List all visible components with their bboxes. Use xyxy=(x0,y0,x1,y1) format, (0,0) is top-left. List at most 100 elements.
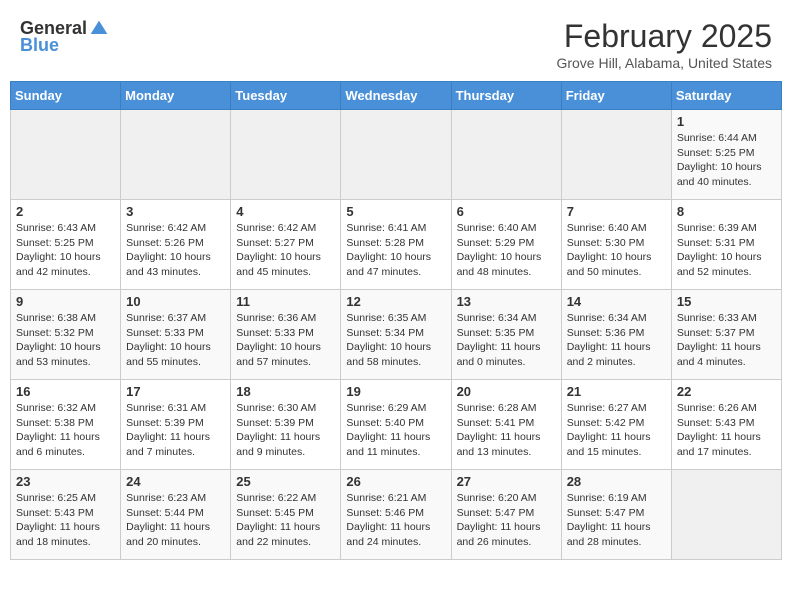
day-info: Sunrise: 6:36 AM Sunset: 5:33 PM Dayligh… xyxy=(236,311,335,370)
day-number: 13 xyxy=(457,294,556,309)
calendar-cell xyxy=(121,110,231,200)
day-info: Sunrise: 6:19 AM Sunset: 5:47 PM Dayligh… xyxy=(567,491,666,550)
day-number: 9 xyxy=(16,294,115,309)
calendar-week-row: 23 Sunrise: 6:25 AM Sunset: 5:43 PM Dayli… xyxy=(11,470,782,560)
calendar-cell xyxy=(11,110,121,200)
day-number: 20 xyxy=(457,384,556,399)
day-info: Sunrise: 6:27 AM Sunset: 5:42 PM Dayligh… xyxy=(567,401,666,460)
day-info: Sunrise: 6:43 AM Sunset: 5:25 PM Dayligh… xyxy=(16,221,115,280)
weekday-header-sunday: Sunday xyxy=(11,82,121,110)
calendar-cell: 28 Sunrise: 6:19 AM Sunset: 5:47 PM Dayli… xyxy=(561,470,671,560)
calendar-cell: 3 Sunrise: 6:42 AM Sunset: 5:26 PM Daylig… xyxy=(121,200,231,290)
calendar-cell xyxy=(341,110,451,200)
calendar-cell xyxy=(451,110,561,200)
day-info: Sunrise: 6:34 AM Sunset: 5:35 PM Dayligh… xyxy=(457,311,556,370)
day-number: 14 xyxy=(567,294,666,309)
logo-blue-text: Blue xyxy=(20,35,59,56)
day-info: Sunrise: 6:37 AM Sunset: 5:33 PM Dayligh… xyxy=(126,311,225,370)
day-info: Sunrise: 6:35 AM Sunset: 5:34 PM Dayligh… xyxy=(346,311,445,370)
day-number: 3 xyxy=(126,204,225,219)
location-text: Grove Hill, Alabama, United States xyxy=(556,55,772,71)
day-number: 27 xyxy=(457,474,556,489)
day-number: 21 xyxy=(567,384,666,399)
calendar-cell: 17 Sunrise: 6:31 AM Sunset: 5:39 PM Dayli… xyxy=(121,380,231,470)
day-number: 18 xyxy=(236,384,335,399)
weekday-header-friday: Friday xyxy=(561,82,671,110)
weekday-header-row: SundayMondayTuesdayWednesdayThursdayFrid… xyxy=(11,82,782,110)
calendar-week-row: 2 Sunrise: 6:43 AM Sunset: 5:25 PM Daylig… xyxy=(11,200,782,290)
day-info: Sunrise: 6:23 AM Sunset: 5:44 PM Dayligh… xyxy=(126,491,225,550)
day-info: Sunrise: 6:28 AM Sunset: 5:41 PM Dayligh… xyxy=(457,401,556,460)
calendar-cell: 7 Sunrise: 6:40 AM Sunset: 5:30 PM Daylig… xyxy=(561,200,671,290)
day-number: 16 xyxy=(16,384,115,399)
day-info: Sunrise: 6:44 AM Sunset: 5:25 PM Dayligh… xyxy=(677,131,776,190)
calendar-cell: 11 Sunrise: 6:36 AM Sunset: 5:33 PM Dayli… xyxy=(231,290,341,380)
calendar-cell: 24 Sunrise: 6:23 AM Sunset: 5:44 PM Dayli… xyxy=(121,470,231,560)
calendar-cell: 20 Sunrise: 6:28 AM Sunset: 5:41 PM Dayli… xyxy=(451,380,561,470)
day-info: Sunrise: 6:21 AM Sunset: 5:46 PM Dayligh… xyxy=(346,491,445,550)
day-info: Sunrise: 6:32 AM Sunset: 5:38 PM Dayligh… xyxy=(16,401,115,460)
day-info: Sunrise: 6:20 AM Sunset: 5:47 PM Dayligh… xyxy=(457,491,556,550)
day-number: 28 xyxy=(567,474,666,489)
day-info: Sunrise: 6:31 AM Sunset: 5:39 PM Dayligh… xyxy=(126,401,225,460)
day-number: 15 xyxy=(677,294,776,309)
day-number: 7 xyxy=(567,204,666,219)
calendar-table: SundayMondayTuesdayWednesdayThursdayFrid… xyxy=(10,81,782,560)
day-info: Sunrise: 6:33 AM Sunset: 5:37 PM Dayligh… xyxy=(677,311,776,370)
calendar-cell: 18 Sunrise: 6:30 AM Sunset: 5:39 PM Dayli… xyxy=(231,380,341,470)
day-info: Sunrise: 6:40 AM Sunset: 5:30 PM Dayligh… xyxy=(567,221,666,280)
weekday-header-thursday: Thursday xyxy=(451,82,561,110)
day-info: Sunrise: 6:25 AM Sunset: 5:43 PM Dayligh… xyxy=(16,491,115,550)
day-info: Sunrise: 6:41 AM Sunset: 5:28 PM Dayligh… xyxy=(346,221,445,280)
day-info: Sunrise: 6:26 AM Sunset: 5:43 PM Dayligh… xyxy=(677,401,776,460)
day-number: 2 xyxy=(16,204,115,219)
day-info: Sunrise: 6:22 AM Sunset: 5:45 PM Dayligh… xyxy=(236,491,335,550)
day-number: 19 xyxy=(346,384,445,399)
calendar-cell: 5 Sunrise: 6:41 AM Sunset: 5:28 PM Daylig… xyxy=(341,200,451,290)
calendar-cell: 13 Sunrise: 6:34 AM Sunset: 5:35 PM Dayli… xyxy=(451,290,561,380)
calendar-week-row: 9 Sunrise: 6:38 AM Sunset: 5:32 PM Daylig… xyxy=(11,290,782,380)
day-number: 23 xyxy=(16,474,115,489)
calendar-week-row: 16 Sunrise: 6:32 AM Sunset: 5:38 PM Dayli… xyxy=(11,380,782,470)
calendar-cell: 6 Sunrise: 6:40 AM Sunset: 5:29 PM Daylig… xyxy=(451,200,561,290)
weekday-header-saturday: Saturday xyxy=(671,82,781,110)
day-number: 4 xyxy=(236,204,335,219)
day-info: Sunrise: 6:42 AM Sunset: 5:27 PM Dayligh… xyxy=(236,221,335,280)
day-number: 24 xyxy=(126,474,225,489)
day-number: 6 xyxy=(457,204,556,219)
calendar-cell: 14 Sunrise: 6:34 AM Sunset: 5:36 PM Dayli… xyxy=(561,290,671,380)
weekday-header-monday: Monday xyxy=(121,82,231,110)
day-info: Sunrise: 6:30 AM Sunset: 5:39 PM Dayligh… xyxy=(236,401,335,460)
calendar-cell: 22 Sunrise: 6:26 AM Sunset: 5:43 PM Dayli… xyxy=(671,380,781,470)
logo: General Blue xyxy=(20,18,109,56)
calendar-cell: 1 Sunrise: 6:44 AM Sunset: 5:25 PM Daylig… xyxy=(671,110,781,200)
weekday-header-tuesday: Tuesday xyxy=(231,82,341,110)
day-number: 11 xyxy=(236,294,335,309)
day-number: 1 xyxy=(677,114,776,129)
day-number: 5 xyxy=(346,204,445,219)
calendar-cell: 21 Sunrise: 6:27 AM Sunset: 5:42 PM Dayli… xyxy=(561,380,671,470)
calendar-cell: 4 Sunrise: 6:42 AM Sunset: 5:27 PM Daylig… xyxy=(231,200,341,290)
day-number: 26 xyxy=(346,474,445,489)
day-number: 10 xyxy=(126,294,225,309)
calendar-cell: 26 Sunrise: 6:21 AM Sunset: 5:46 PM Dayli… xyxy=(341,470,451,560)
day-info: Sunrise: 6:34 AM Sunset: 5:36 PM Dayligh… xyxy=(567,311,666,370)
day-info: Sunrise: 6:42 AM Sunset: 5:26 PM Dayligh… xyxy=(126,221,225,280)
day-info: Sunrise: 6:40 AM Sunset: 5:29 PM Dayligh… xyxy=(457,221,556,280)
calendar-cell: 19 Sunrise: 6:29 AM Sunset: 5:40 PM Dayli… xyxy=(341,380,451,470)
calendar-cell: 23 Sunrise: 6:25 AM Sunset: 5:43 PM Dayli… xyxy=(11,470,121,560)
calendar-cell: 10 Sunrise: 6:37 AM Sunset: 5:33 PM Dayli… xyxy=(121,290,231,380)
day-number: 17 xyxy=(126,384,225,399)
day-number: 12 xyxy=(346,294,445,309)
day-info: Sunrise: 6:38 AM Sunset: 5:32 PM Dayligh… xyxy=(16,311,115,370)
page-header: General Blue February 2025 Grove Hill, A… xyxy=(10,10,782,77)
day-info: Sunrise: 6:29 AM Sunset: 5:40 PM Dayligh… xyxy=(346,401,445,460)
logo-icon xyxy=(89,19,109,39)
calendar-cell: 27 Sunrise: 6:20 AM Sunset: 5:47 PM Dayli… xyxy=(451,470,561,560)
calendar-cell: 12 Sunrise: 6:35 AM Sunset: 5:34 PM Dayli… xyxy=(341,290,451,380)
month-title: February 2025 xyxy=(556,18,772,55)
weekday-header-wednesday: Wednesday xyxy=(341,82,451,110)
day-number: 8 xyxy=(677,204,776,219)
day-number: 22 xyxy=(677,384,776,399)
calendar-week-row: 1 Sunrise: 6:44 AM Sunset: 5:25 PM Daylig… xyxy=(11,110,782,200)
